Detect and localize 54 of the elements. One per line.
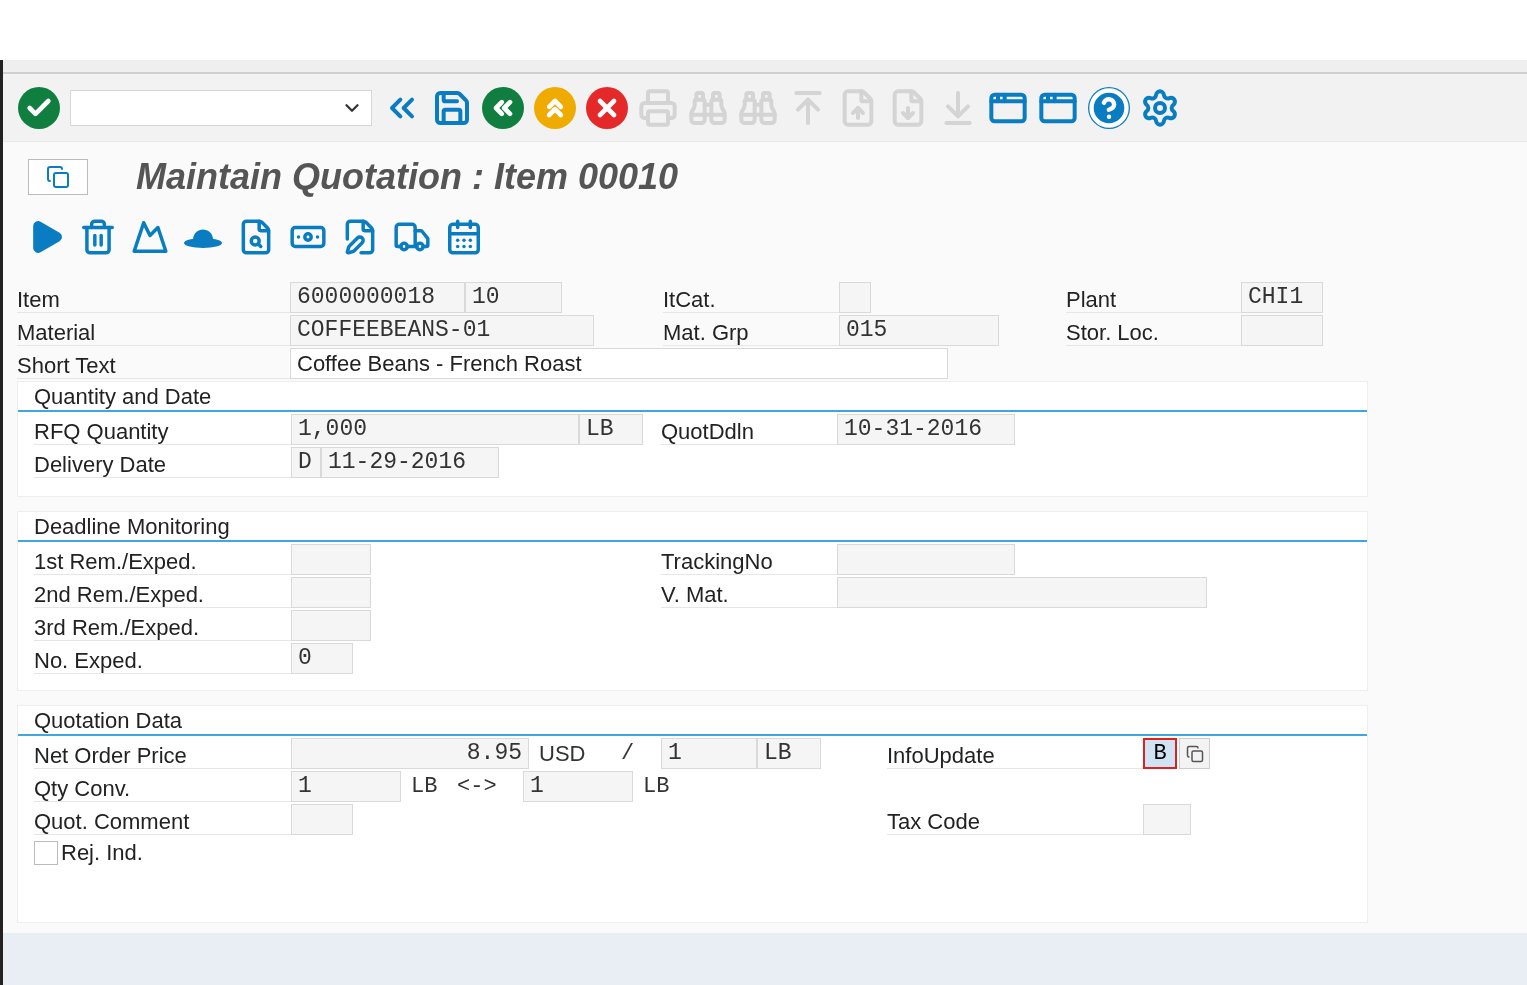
input-field[interactable]: LB (757, 738, 821, 769)
close-icon[interactable] (586, 86, 628, 129)
trash-icon[interactable] (79, 218, 117, 256)
help-icon[interactable] (1088, 86, 1130, 129)
back-icon[interactable] (482, 86, 524, 129)
input-field[interactable]: 10 (465, 282, 562, 313)
screen-title: Maintain Quotation : Item 00010 (136, 155, 679, 199)
input-field[interactable]: 10-31-2016 (837, 414, 1015, 445)
input-field[interactable]: 1 (661, 738, 757, 769)
input-field[interactable]: 1 (291, 771, 401, 802)
section-title: Deadline Monitoring (34, 516, 230, 540)
section-title: Quantity and Date (34, 386, 212, 410)
field-label: Material (17, 315, 290, 346)
input-field[interactable]: 1,000 (291, 414, 579, 445)
input-field[interactable] (837, 544, 1015, 575)
value-help-button[interactable] (1179, 738, 1210, 769)
input-field[interactable]: 0 (291, 643, 353, 674)
input-field[interactable] (1143, 804, 1191, 835)
input-field[interactable]: 8.95 (291, 738, 529, 769)
field-label: Short Text (17, 348, 290, 379)
separator-label: <-> (457, 773, 498, 801)
input-field[interactable]: CHI1 (1241, 282, 1323, 313)
input-field[interactable] (839, 282, 871, 313)
input-field[interactable]: Coffee Beans - French Roast (290, 348, 948, 379)
checkbox[interactable] (34, 840, 58, 865)
unit-label: LB (410, 773, 439, 801)
windows-icon (46, 165, 70, 189)
input-field[interactable]: 11-29-2016 (321, 447, 499, 478)
checkbox-label: Rej. Ind. (61, 839, 143, 867)
input-field[interactable]: 1 (523, 771, 633, 802)
settings-icon[interactable] (1140, 87, 1180, 128)
separator-label: / (621, 740, 636, 768)
input-field[interactable] (837, 577, 1207, 608)
unit-label: LB (642, 773, 671, 801)
command-field[interactable] (70, 89, 372, 126)
input-field[interactable]: B (1143, 738, 1177, 769)
input-field[interactable] (291, 577, 371, 608)
input-field[interactable]: D (291, 447, 321, 478)
input-field[interactable]: COFFEEBEANS-01 (290, 315, 594, 346)
currency-label: USD (538, 740, 587, 768)
input-field[interactable] (291, 544, 371, 575)
enter-icon[interactable] (18, 86, 60, 129)
mountain-icon[interactable] (131, 218, 169, 256)
windows-icon (1185, 744, 1204, 763)
input-field[interactable] (291, 804, 353, 835)
input-field[interactable]: 015 (839, 315, 999, 346)
input-field[interactable] (1241, 315, 1323, 346)
input-field[interactable] (291, 610, 371, 641)
section-title: Quotation Data (34, 710, 182, 734)
calendar-icon[interactable] (445, 218, 483, 256)
field-label: Item (17, 282, 290, 313)
input-field[interactable]: 6000000018 (290, 282, 465, 313)
screen-menu-icon[interactable] (28, 159, 88, 195)
input-field[interactable]: LB (579, 414, 643, 445)
